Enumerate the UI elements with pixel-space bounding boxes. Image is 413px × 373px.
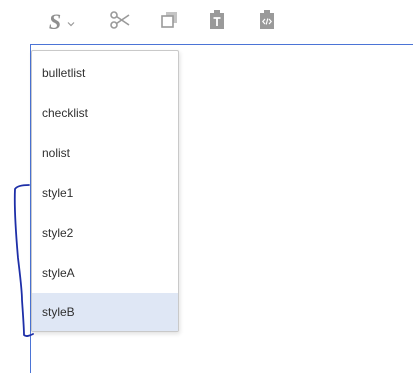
- paste-as-html-button[interactable]: [253, 8, 281, 36]
- style-menu-item-styleA[interactable]: styleA: [32, 253, 178, 293]
- paste-as-text-button[interactable]: [203, 8, 231, 36]
- paste-as-html-icon: [258, 9, 276, 36]
- cut-button[interactable]: [106, 8, 134, 36]
- copy-icon: [160, 10, 180, 35]
- copy-button[interactable]: [156, 8, 184, 36]
- paste-as-text-icon: [208, 9, 226, 36]
- style-menu-item-nolist[interactable]: nolist: [32, 133, 178, 173]
- style-menu-item-checklist[interactable]: checklist: [32, 93, 178, 133]
- style-menu-item-style2[interactable]: style2: [32, 213, 178, 253]
- style-menu-item-style1[interactable]: style1: [32, 173, 178, 213]
- editor-window: S bulletlist checklist nolist style1 sty…: [0, 0, 413, 373]
- styles-icon: S: [48, 9, 62, 34]
- style-menu: bulletlist checklist nolist style1 style…: [31, 50, 179, 332]
- style-dropdown-button[interactable]: S: [42, 8, 82, 36]
- style-menu-item-styleB[interactable]: styleB: [32, 293, 178, 331]
- toolbar: S: [0, 0, 413, 44]
- scissors-icon: [109, 10, 131, 35]
- style-menu-item-bulletlist[interactable]: bulletlist: [32, 53, 178, 93]
- chevron-down-icon: [67, 14, 75, 32]
